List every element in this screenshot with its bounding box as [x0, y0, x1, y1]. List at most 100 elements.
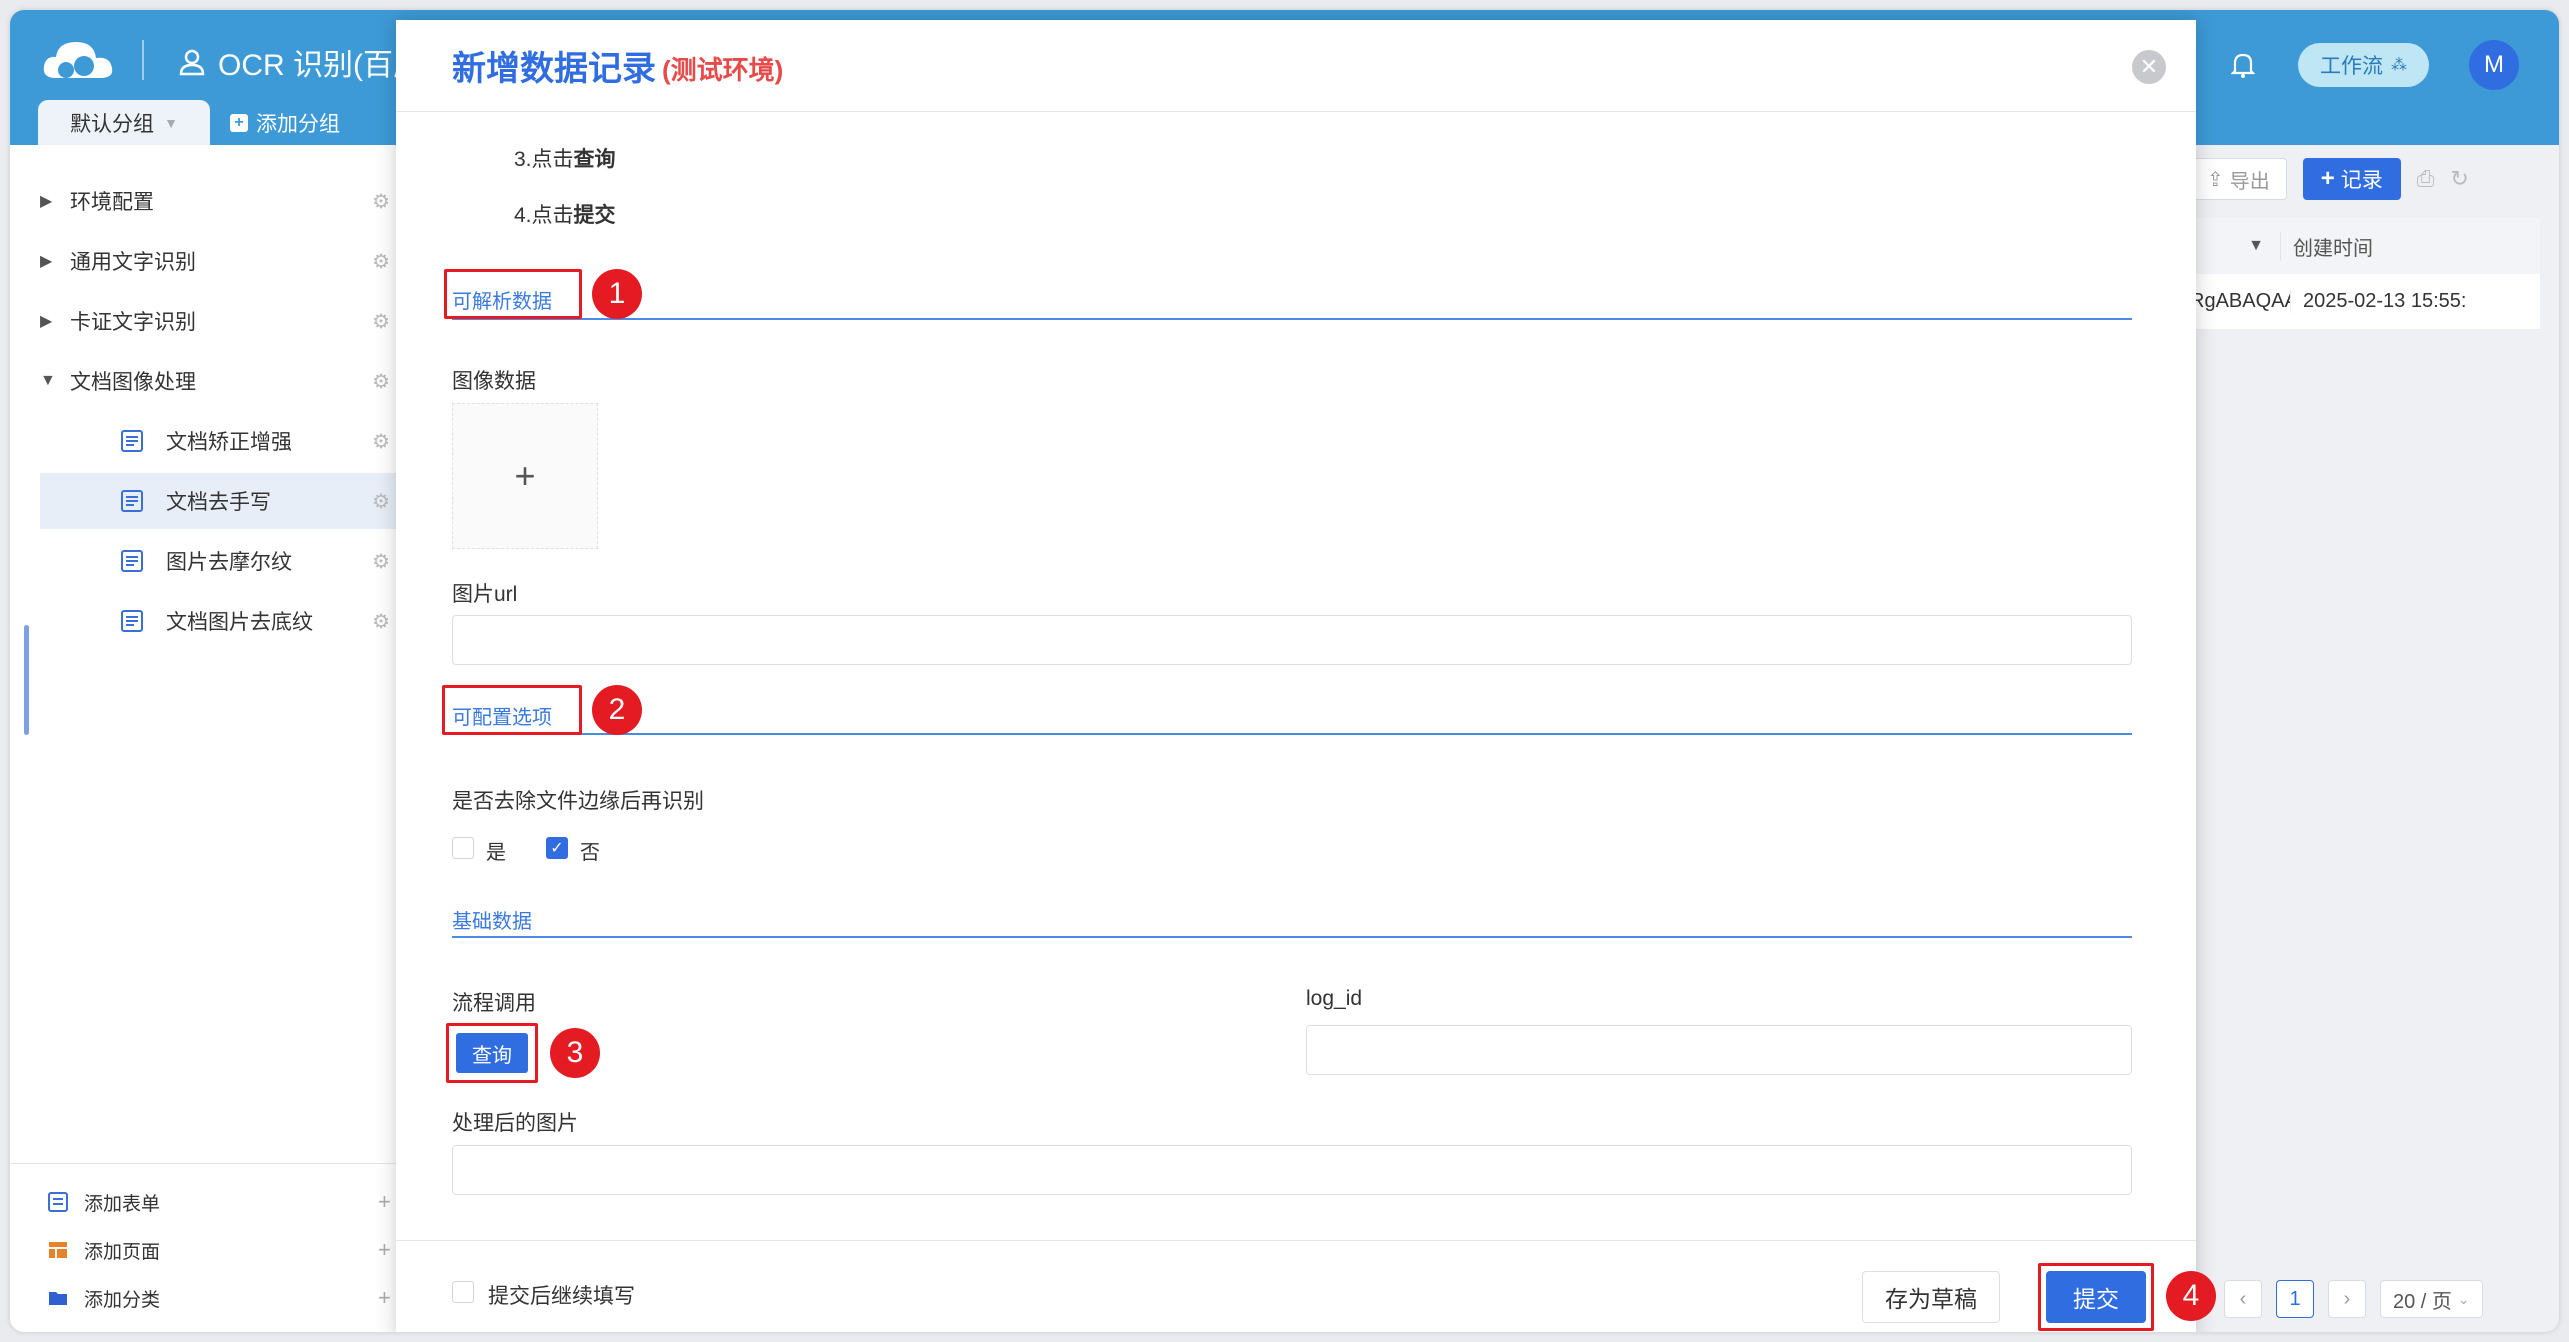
- gear-icon[interactable]: ⚙: [372, 489, 390, 514]
- gear-icon[interactable]: ⚙: [372, 309, 390, 334]
- sidebar-child-remove-handwriting[interactable]: 文档去手写 ⚙: [40, 473, 410, 529]
- sidebar-child-label: 文档图片去底纹: [166, 611, 313, 634]
- sidebar-child-doc-correction[interactable]: 文档矫正增强 ⚙: [40, 413, 410, 469]
- continue-after-submit-checkbox[interactable]: [452, 1281, 474, 1303]
- sidebar-child-label: 文档去手写: [166, 491, 271, 514]
- dialog-body[interactable]: 3.点击查询 4.点击提交 可解析数据 1 图像数据 + 图片url 可配置选项…: [396, 113, 2196, 1240]
- header-divider: [142, 40, 144, 80]
- table-row[interactable]: RgABAQAA... 2025-02-13 15:55:: [2190, 274, 2540, 330]
- save-draft-button[interactable]: 存为草稿: [1862, 1271, 2000, 1323]
- form-doc-icon: [121, 550, 143, 572]
- sidebar-item-label: 文档图像处理: [70, 371, 196, 394]
- form-doc-icon: [121, 610, 143, 632]
- sidebar-item-label: 通用文字识别: [70, 251, 196, 274]
- prev-page-button[interactable]: ‹: [2224, 1280, 2262, 1318]
- plus-icon[interactable]: +: [378, 1237, 391, 1263]
- gear-icon[interactable]: ⚙: [372, 369, 390, 394]
- page-size-label: 20 / 页: [2393, 1290, 2452, 1313]
- close-icon[interactable]: ✕: [2132, 50, 2166, 84]
- processed-image-input[interactable]: [452, 1145, 2132, 1195]
- pagination: 条 ‹ 1 › 20 / 页 ⌄: [2190, 1280, 2483, 1318]
- dialog-env-tag: (测试环境): [662, 55, 784, 85]
- gear-icon[interactable]: ⚙: [372, 549, 390, 574]
- refresh-icon[interactable]: ↻: [2450, 166, 2468, 192]
- bell-icon[interactable]: [2228, 50, 2258, 80]
- records-table: ▼ 创建时间 RgABAQAA... 2025-02-13 15:55:: [2190, 218, 2540, 330]
- option-no-checkbox[interactable]: ✓: [546, 837, 568, 859]
- app-window: OCR 识别(百度 默认分组 ▼ + 添加分组 工作流 ⁂ M ▶ 环境配置 ⚙…: [10, 10, 2559, 1332]
- plus-icon[interactable]: +: [378, 1285, 391, 1311]
- annotation-badge-3: 3: [550, 1028, 600, 1078]
- filter-caret-icon[interactable]: ▼: [2190, 237, 2280, 255]
- option-yes-checkbox[interactable]: [452, 837, 474, 859]
- step-3: 3.点击查询: [514, 143, 616, 173]
- gear-icon[interactable]: ⚙: [372, 249, 390, 274]
- sidebar-item-card-ocr[interactable]: ▶ 卡证文字识别 ⚙: [40, 293, 410, 349]
- header-actions: 工作流 ⁂ M: [2158, 40, 2519, 90]
- annotation-box-2: [442, 685, 582, 735]
- page-icon: [49, 1242, 67, 1258]
- step-4-bold: 提交: [573, 204, 616, 227]
- continue-after-submit-label: 提交后继续填写: [488, 1285, 635, 1308]
- annotation-badge-4: 4: [2166, 1271, 2216, 1321]
- add-record-button[interactable]: + 记录: [2302, 158, 2401, 200]
- page-number-button[interactable]: 1: [2276, 1280, 2314, 1318]
- sidebar-child-label: 文档矫正增强: [166, 431, 292, 454]
- sidebar-item-general-ocr[interactable]: ▶ 通用文字识别 ⚙: [40, 233, 410, 289]
- gear-icon[interactable]: ⚙: [372, 189, 390, 214]
- cell-record-id: RgABAQAA...: [2190, 290, 2290, 312]
- sidebar-child-remove-moire[interactable]: 图片去摩尔纹 ⚙: [40, 533, 410, 589]
- caret-down-icon: ▼: [40, 372, 56, 389]
- add-group-label: 添加分组: [256, 113, 340, 136]
- caret-right-icon: ▶: [40, 253, 53, 270]
- plus-icon[interactable]: +: [378, 1189, 391, 1215]
- annotation-badge-1: 1: [592, 269, 642, 319]
- sidebar-bottom: 添加表单 + 添加页面 + 添加分类 +: [10, 1163, 410, 1311]
- image-data-label: 图像数据: [452, 370, 536, 393]
- image-url-input[interactable]: [452, 615, 2132, 665]
- image-url-label: 图片url: [452, 583, 518, 606]
- caret-down-icon: ▼: [164, 115, 178, 131]
- sidebar-item-label: 卡证文字识别: [70, 311, 196, 334]
- annotation-box-1: [444, 269, 582, 319]
- option-no-label: 否: [580, 842, 600, 864]
- workflow-icon: ⁂: [2391, 57, 2407, 74]
- app-title-text: OCR 识别(百度: [218, 49, 423, 82]
- workflow-button[interactable]: 工作流 ⁂: [2298, 43, 2429, 87]
- form-icon: [48, 1192, 68, 1212]
- app-title[interactable]: OCR 识别(百度: [178, 40, 423, 84]
- sidebar-item-env-config[interactable]: ▶ 环境配置 ⚙: [40, 173, 410, 229]
- processed-image-label: 处理后的图片: [452, 1112, 578, 1135]
- section-divider: [452, 318, 2132, 320]
- add-page-link[interactable]: 添加页面 +: [48, 1230, 391, 1270]
- gear-icon[interactable]: ⚙: [372, 429, 390, 454]
- export-button[interactable]: ⇪ 导出: [2190, 158, 2287, 200]
- add-form-link[interactable]: 添加表单 +: [48, 1182, 391, 1222]
- tab-default-group[interactable]: 默认分组 ▼: [38, 100, 210, 146]
- log-id-input[interactable]: [1306, 1025, 2132, 1075]
- dialog-title: 新增数据记录: [452, 50, 656, 88]
- upload-icon: ⇪: [2207, 168, 2224, 191]
- avatar[interactable]: M: [2469, 40, 2519, 90]
- add-record-label: 记录: [2340, 169, 2383, 192]
- next-page-button[interactable]: ›: [2328, 1280, 2366, 1318]
- cloud-logo-icon: [43, 42, 113, 78]
- add-page-label: 添加页面: [84, 1241, 161, 1263]
- page-size-select[interactable]: 20 / 页 ⌄: [2380, 1280, 2483, 1318]
- image-upload-button[interactable]: +: [452, 403, 598, 549]
- sidebar-scrollbar[interactable]: [24, 625, 29, 735]
- workflow-label: 工作流: [2320, 55, 2383, 78]
- annotation-badge-2: 2: [592, 685, 642, 735]
- add-group-button[interactable]: + 添加分组: [230, 100, 340, 146]
- add-form-label: 添加表单: [84, 1193, 161, 1215]
- annotation-box-4: [2038, 1263, 2154, 1331]
- plus-icon: +: [2320, 165, 2335, 192]
- tab-default-label: 默认分组: [70, 113, 155, 136]
- print-icon[interactable]: ⎙: [2417, 166, 2435, 192]
- option-yes-label: 是: [486, 842, 506, 864]
- folder-icon: [49, 1292, 67, 1305]
- sidebar-child-remove-shading[interactable]: 文档图片去底纹 ⚙: [40, 593, 410, 649]
- add-category-link[interactable]: 添加分类 +: [48, 1278, 391, 1318]
- sidebar-item-doc-image[interactable]: ▼ 文档图像处理 ⚙: [40, 353, 410, 409]
- gear-icon[interactable]: ⚙: [372, 609, 390, 634]
